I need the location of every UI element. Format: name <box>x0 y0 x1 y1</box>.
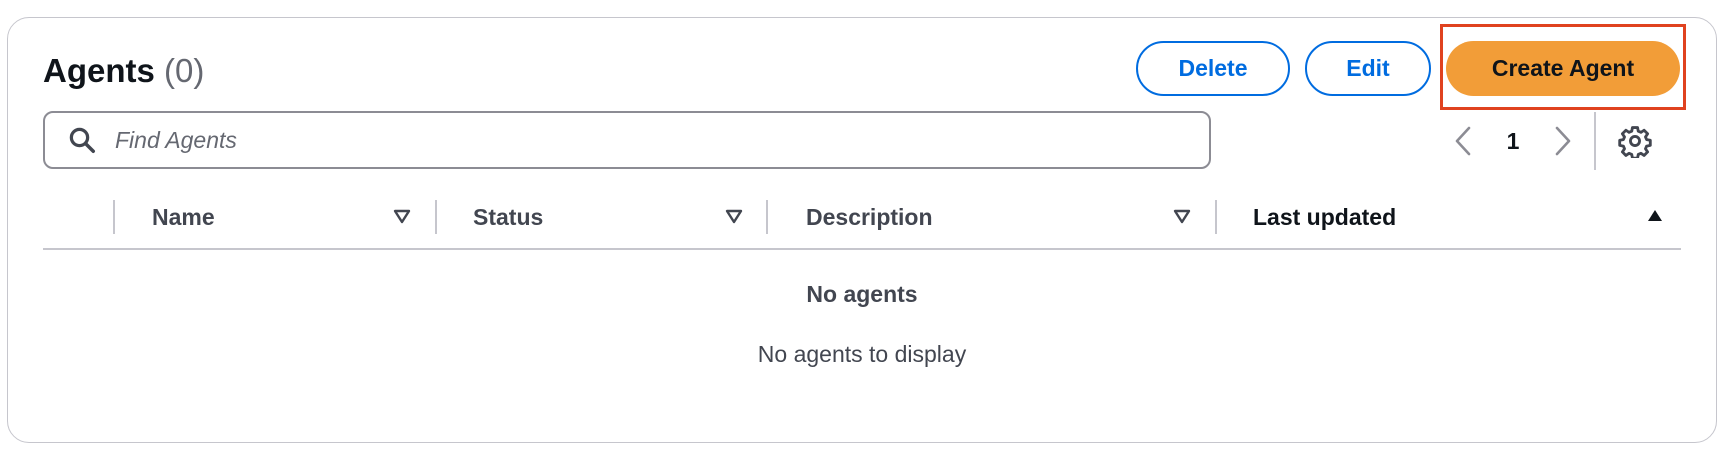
column-separator[interactable] <box>766 200 768 234</box>
agent-count: (0) <box>164 52 205 89</box>
column-header-name[interactable]: Name <box>152 202 215 232</box>
search-icon <box>69 127 95 153</box>
gear-icon[interactable] <box>1618 124 1652 158</box>
sort-ascending-icon[interactable] <box>1645 206 1665 226</box>
chevron-left-icon[interactable] <box>1450 124 1476 158</box>
column-separator[interactable] <box>1215 200 1217 234</box>
pager-divider <box>1594 112 1596 170</box>
delete-button[interactable]: Delete <box>1136 41 1290 96</box>
column-header-last-updated[interactable]: Last updated <box>1253 202 1396 232</box>
sort-icon[interactable] <box>392 206 412 226</box>
column-header-status[interactable]: Status <box>473 202 543 232</box>
sort-icon[interactable] <box>724 206 744 226</box>
search-field[interactable] <box>43 111 1211 169</box>
sort-icon[interactable] <box>1172 206 1192 226</box>
page-number[interactable]: 1 <box>1500 124 1526 158</box>
table-header-divider <box>43 248 1681 250</box>
edit-button[interactable]: Edit <box>1305 41 1431 96</box>
chevron-right-icon[interactable] <box>1550 124 1576 158</box>
search-input[interactable] <box>113 125 1197 155</box>
empty-state-message: No agents to display <box>757 341 967 367</box>
title-text: Agents <box>43 52 155 89</box>
create-agent-highlight <box>1440 24 1686 110</box>
column-separator[interactable] <box>435 200 437 234</box>
column-header-description[interactable]: Description <box>806 202 933 232</box>
column-separator[interactable] <box>113 200 115 234</box>
empty-state-title: No agents <box>806 281 918 307</box>
page-title: Agents (0) <box>43 52 204 90</box>
